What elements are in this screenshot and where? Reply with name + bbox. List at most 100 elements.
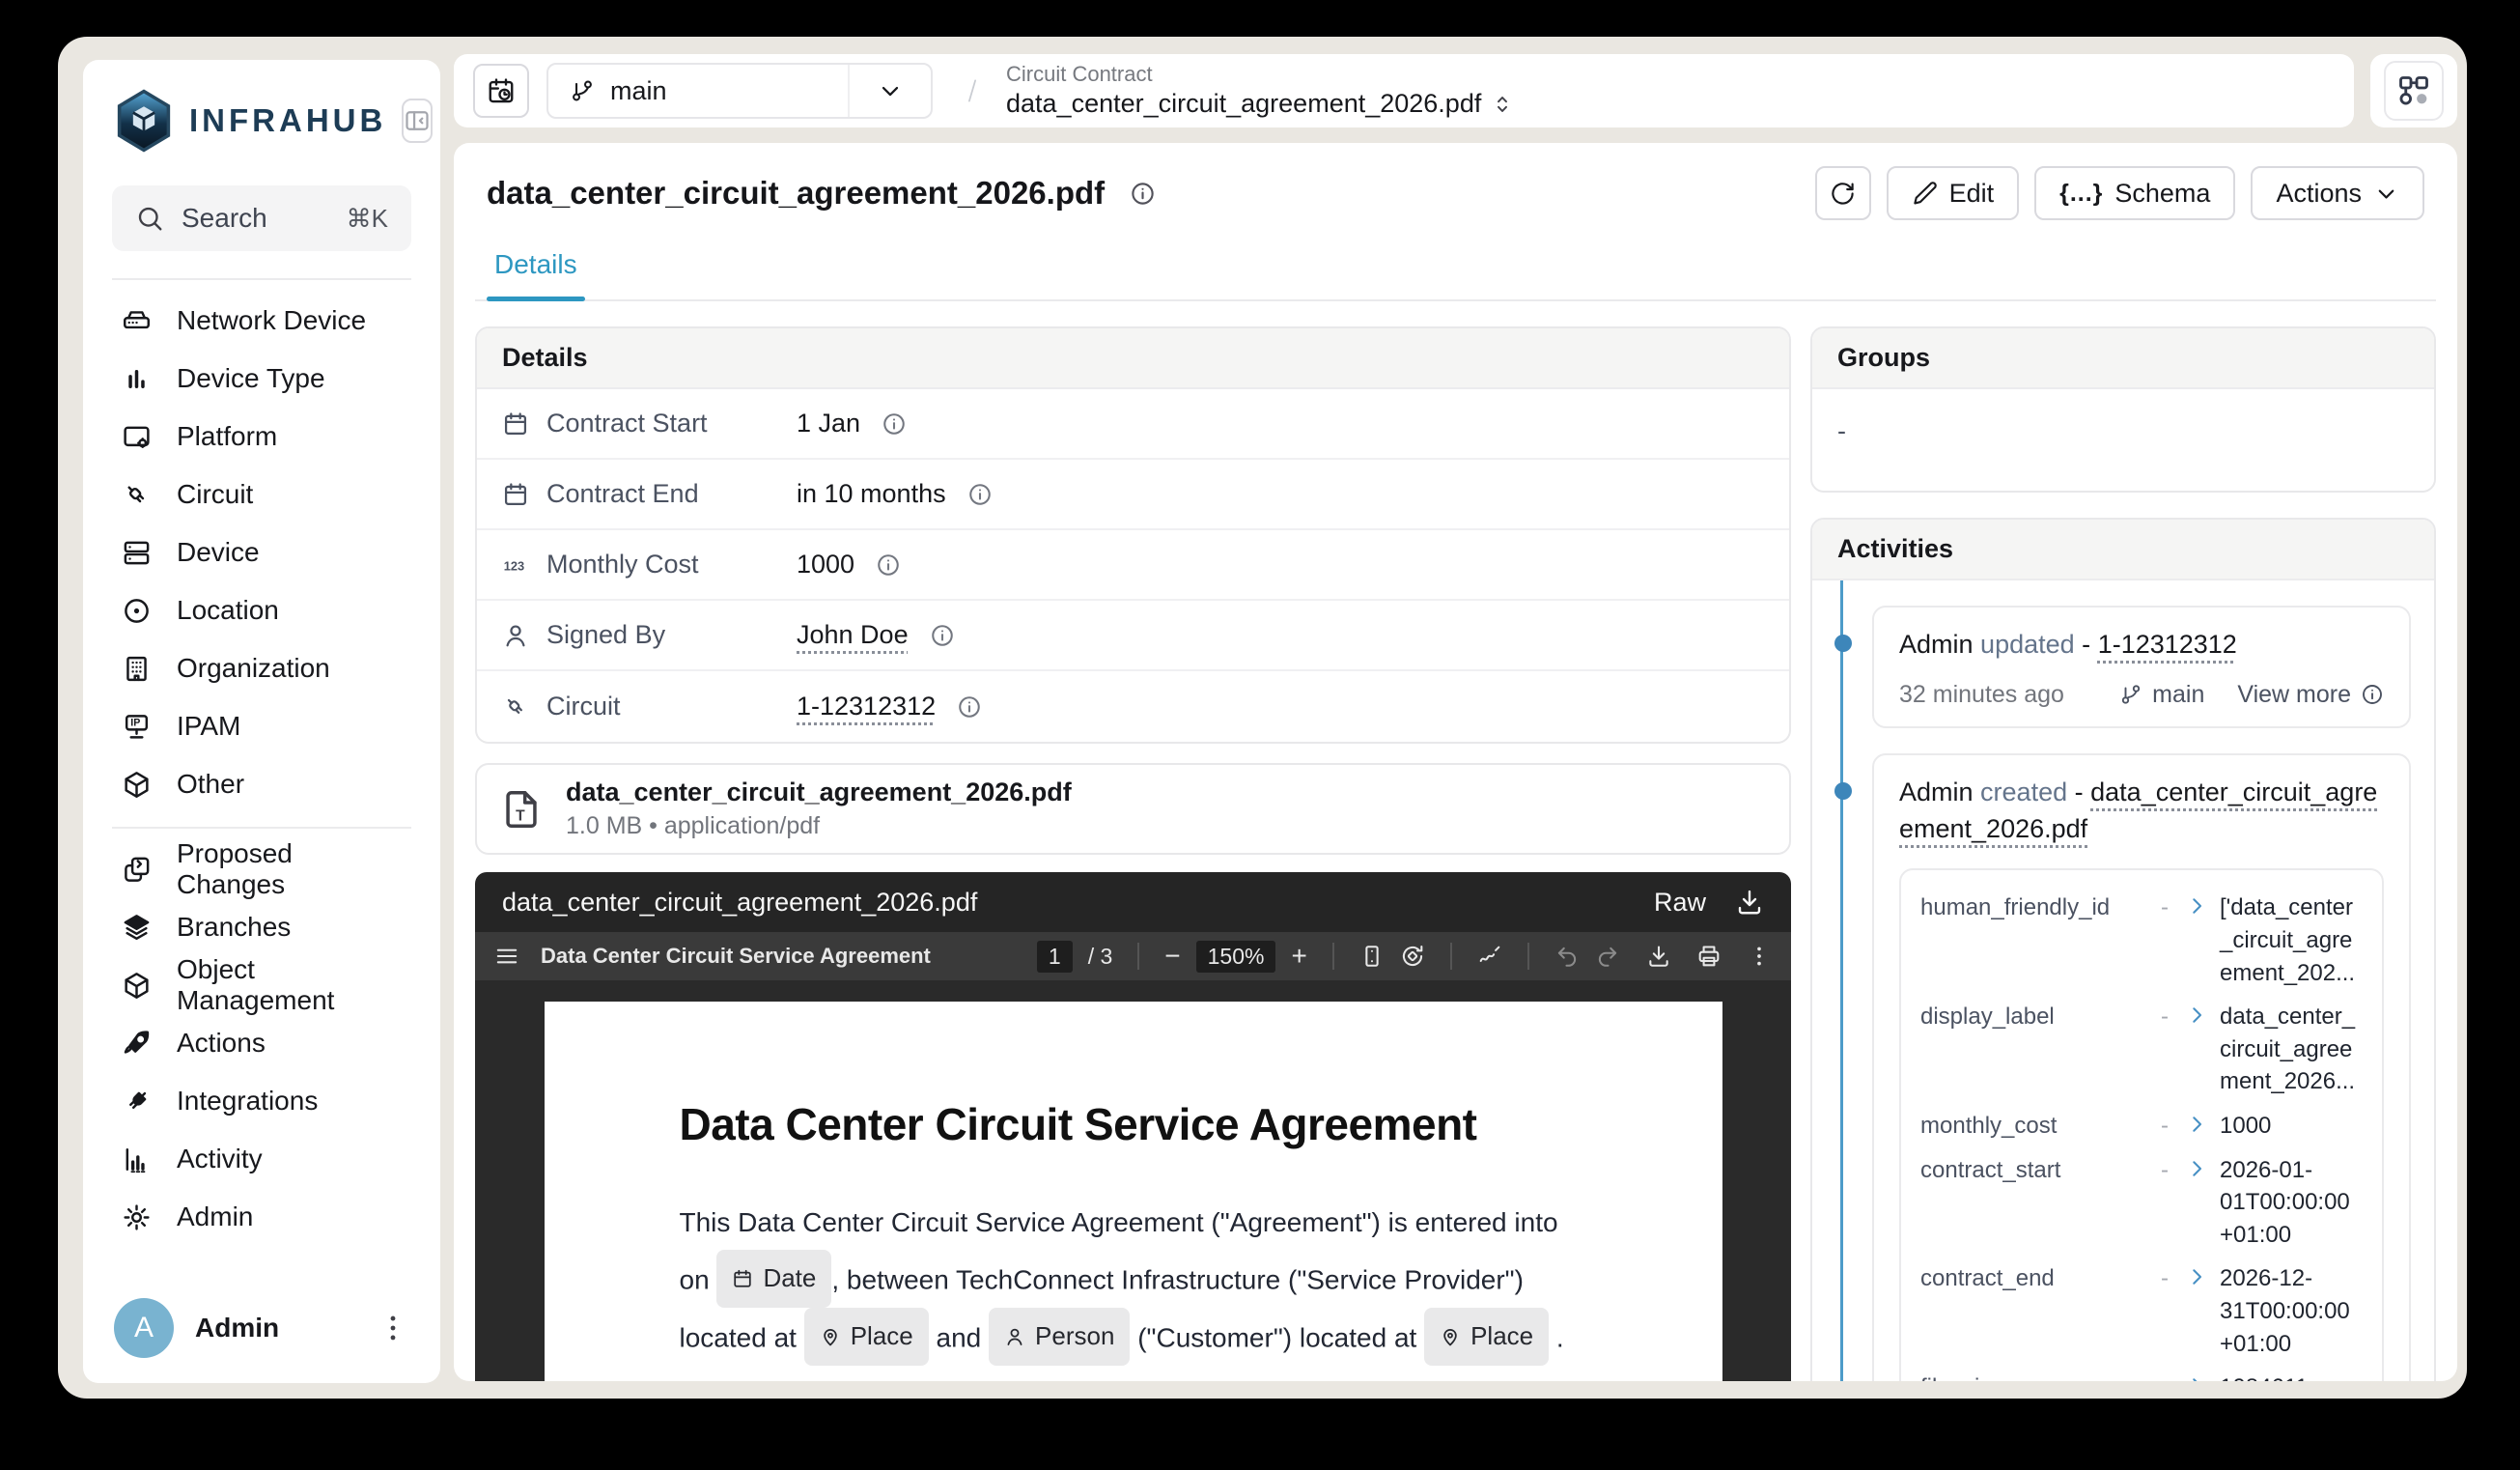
sidebar-item-label: Device Type (177, 363, 325, 394)
zoom-level[interactable]: 150% (1196, 941, 1276, 973)
branch-selector[interactable]: main (546, 63, 933, 119)
brand-header: INFRAHUB (108, 89, 415, 153)
refresh-icon (1830, 181, 1856, 207)
activity-actor: Admin (1899, 630, 1974, 659)
svg-text:T: T (516, 807, 525, 824)
info-icon[interactable] (957, 694, 982, 720)
info-icon[interactable] (967, 482, 993, 507)
sidebar-item[interactable]: Location (114, 581, 409, 639)
sidebar-item[interactable]: Other (114, 755, 409, 813)
raw-link[interactable]: Raw (1654, 888, 1706, 918)
sidebar-collapse-button[interactable] (402, 99, 433, 143)
search-input[interactable]: Search ⌘K (112, 185, 411, 251)
sidebar-item[interactable]: Object Management (114, 956, 409, 1014)
menu-icon[interactable] (494, 944, 519, 969)
property-key: contract_start (1920, 1154, 2150, 1187)
sidebar-item[interactable]: Organization (114, 639, 409, 697)
info-icon[interactable] (930, 623, 955, 648)
divider (1332, 943, 1334, 970)
sidebar-item-label: IPAM (177, 711, 240, 742)
zoom-in-button[interactable]: + (1291, 941, 1306, 972)
details-column: Details Contract Start 1 (475, 326, 1791, 1381)
sidebar-item-label: Organization (177, 653, 330, 684)
pdf-viewer-title: data_center_circuit_agreement_2026.pdf (502, 888, 977, 918)
file-meta: 1.0 MB • application/pdf (566, 812, 1072, 840)
divider (1137, 943, 1139, 970)
edit-button[interactable]: Edit (1887, 166, 2020, 220)
calendar-icon (502, 481, 529, 508)
kebab-menu-icon[interactable] (377, 1312, 409, 1344)
info-icon[interactable] (882, 411, 907, 437)
rotate-icon[interactable] (1400, 944, 1425, 969)
detail-value: John Doe (797, 620, 909, 650)
user-row: A Admin (108, 1290, 415, 1362)
actions-dropdown-button[interactable]: Actions (2251, 166, 2424, 220)
sidebar-item[interactable]: Proposed Changes (114, 840, 409, 898)
actions-icon (122, 1029, 152, 1059)
ipam-icon: IP (122, 712, 152, 742)
file-attachment[interactable]: T data_center_circuit_agreement_2026.pdf… (475, 763, 1791, 855)
activity-target-link[interactable]: 1-12312312 (2098, 630, 2237, 659)
schema-visualizer-button[interactable] (2384, 61, 2444, 121)
activity-icon (122, 1145, 152, 1174)
refresh-button[interactable] (1815, 166, 1871, 220)
sidebar: INFRAHUB Search ⌘K Network Device (83, 60, 440, 1383)
activities-header: Activities (1812, 520, 2434, 580)
device-type-icon (122, 364, 152, 394)
groups-card: Groups - (1810, 326, 2436, 493)
sidebar-item[interactable]: Device Type (114, 350, 409, 408)
info-icon[interactable] (876, 552, 901, 578)
sidebar-item[interactable]: Circuit (114, 466, 409, 523)
sidebar-item[interactable]: Admin (114, 1188, 409, 1246)
branch-caret[interactable] (848, 65, 931, 117)
tab-details[interactable]: Details (487, 249, 585, 299)
admin-icon (122, 1202, 152, 1232)
chevron-down-icon (877, 77, 904, 104)
sidebar-item-label: Circuit (177, 479, 253, 510)
sidebar-item-label: Integrations (177, 1086, 318, 1117)
activity-branch: main (2119, 681, 2204, 709)
timeline-dot (1834, 635, 1852, 652)
fit-page-icon[interactable] (1359, 944, 1385, 969)
redo-icon[interactable] (1595, 944, 1620, 969)
sidebar-item[interactable]: Platform (114, 408, 409, 466)
annotate-icon[interactable] (1477, 944, 1502, 969)
activity-action: updated (1980, 630, 2075, 659)
braces-icon: {...} (2059, 180, 2103, 208)
download-icon[interactable] (1735, 888, 1764, 917)
schema-button[interactable]: {...} Schema (2034, 166, 2235, 220)
sidebar-item[interactable]: IP IPAM (114, 697, 409, 755)
print-icon[interactable] (1696, 944, 1722, 969)
groups-header: Groups (1812, 328, 2434, 389)
sidebar-item[interactable]: Network Device (114, 292, 409, 350)
page-number-input[interactable]: 1 (1037, 941, 1073, 973)
divider (1527, 943, 1529, 970)
time-travel-button[interactable] (473, 64, 529, 118)
zoom-out-button[interactable]: − (1164, 941, 1180, 972)
circuit-icon (502, 693, 529, 721)
chevron-down-icon (2373, 181, 2399, 207)
sidebar-item[interactable]: Activity (114, 1130, 409, 1188)
view-more-link[interactable]: View more (2237, 681, 2384, 709)
proposed-changes-icon (122, 855, 152, 885)
undo-icon[interactable] (1554, 944, 1580, 969)
pdf-viewport[interactable]: Data Center Circuit Service Agreement Th… (475, 980, 1791, 1381)
more-options-icon[interactable] (1747, 944, 1772, 969)
page-actions: Edit {...} Schema Actions (1815, 166, 2424, 220)
sidebar-item[interactable]: Integrations (114, 1072, 409, 1130)
sidebar-item[interactable]: Device (114, 523, 409, 581)
user-name: Admin (195, 1313, 279, 1343)
pdf-viewer-header: data_center_circuit_agreement_2026.pdf R… (475, 872, 1791, 932)
sidebar-item[interactable]: Branches (114, 898, 409, 956)
chevrons-updown-icon[interactable] (1491, 93, 1514, 116)
details-card-header: Details (477, 328, 1789, 389)
device-icon (122, 538, 152, 568)
property-key: monthly_cost (1920, 1110, 2150, 1143)
git-branch-icon (2119, 683, 2142, 706)
property-key: human_friendly_id (1920, 891, 2150, 924)
breadcrumb-item[interactable]: data_center_circuit_agreement_2026.pdf (1006, 88, 1481, 121)
download-icon[interactable] (1646, 944, 1671, 969)
sidebar-item[interactable]: Actions (114, 1014, 409, 1072)
detail-label: Signed By (546, 620, 665, 650)
info-icon[interactable] (1130, 181, 1156, 207)
